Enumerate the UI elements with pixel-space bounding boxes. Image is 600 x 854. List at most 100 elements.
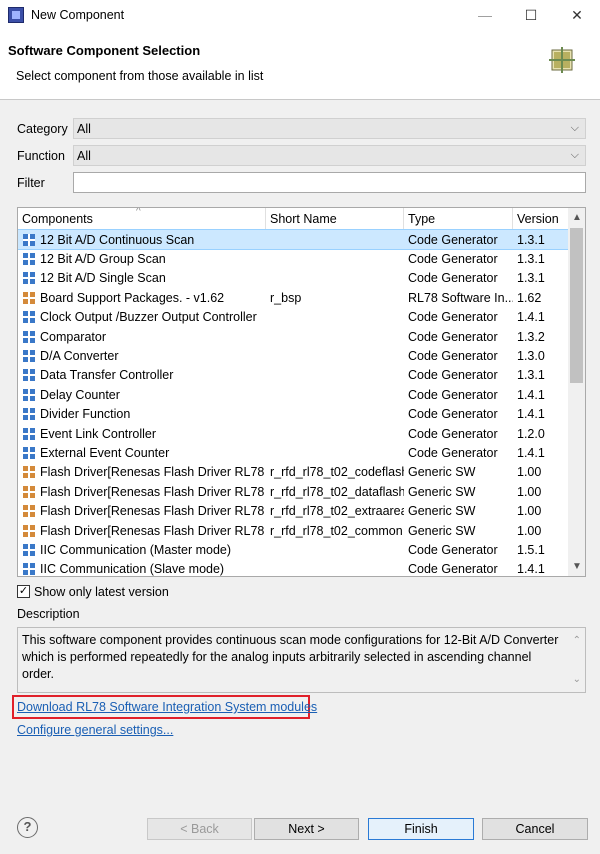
version-cell: 1.3.1 <box>517 252 545 267</box>
help-icon[interactable]: ? <box>17 817 38 838</box>
app-icon <box>8 7 24 23</box>
software-module-icon <box>23 466 35 479</box>
version-cell: 1.3.1 <box>517 368 545 383</box>
table-row[interactable]: 12 Bit A/D Group Scan Code Generator 1.3.1 <box>18 249 568 268</box>
scroll-down-icon[interactable]: ▼ <box>572 561 582 572</box>
short-name-cell: r_rfd_rl78_t02_dataflash <box>270 484 404 499</box>
column-header-components[interactable]: ^ Components <box>18 208 266 230</box>
component-name-cell: Flash Driver[Renesas Flash Driver RL78 T… <box>18 524 266 538</box>
scroll-up-icon[interactable]: ▲ <box>572 212 582 223</box>
component-name-cell: Delay Counter <box>18 388 266 402</box>
show-latest-label[interactable]: Show only latest version <box>34 585 169 599</box>
component-name-cell: Board Support Packages. - v1.62 <box>18 291 266 305</box>
column-header-version[interactable]: Version <box>513 208 568 230</box>
code-generator-icon <box>23 272 35 285</box>
short-name-cell: r_rfd_rl78_t02_common <box>270 523 403 538</box>
table-row[interactable]: D/A Converter Code Generator 1.3.0 <box>18 346 568 365</box>
code-generator-icon <box>23 330 35 343</box>
cancel-button[interactable]: Cancel <box>482 818 588 840</box>
table-row[interactable]: External Event Counter Code Generator 1.4.… <box>18 443 568 462</box>
type-cell: Code Generator <box>408 562 498 577</box>
configure-settings-link[interactable]: Configure general settings... <box>17 723 173 737</box>
download-modules-link[interactable]: Download RL78 Software Integration Syste… <box>17 700 317 714</box>
software-module-icon <box>23 505 35 518</box>
function-value: All <box>77 148 91 163</box>
scrollbar-thumb[interactable] <box>570 228 583 383</box>
minimize-button[interactable]: — <box>462 0 508 30</box>
version-cell: 1.4.1 <box>517 445 545 460</box>
component-name-cell: External Event Counter <box>18 446 266 460</box>
description-label: Description <box>17 607 80 621</box>
category-value: All <box>77 121 91 136</box>
version-cell: 1.2.0 <box>517 426 545 441</box>
table-row[interactable]: IIC Communication (Slave mode) Code Gener… <box>18 560 568 577</box>
component-name-cell: Flash Driver[Renesas Flash Driver RL78 T… <box>18 485 266 499</box>
page-subtitle: Select component from those available in… <box>16 69 264 83</box>
components-table[interactable]: ^ Components Short Name Type Version 12 … <box>17 207 586 577</box>
table-row[interactable]: 12 Bit A/D Continuous Scan Code Generator… <box>18 228 569 251</box>
component-name-cell: Flash Driver[Renesas Flash Driver RL78 T… <box>18 504 266 518</box>
table-body: 12 Bit A/D Continuous Scan Code Generator… <box>18 228 569 577</box>
show-latest-checkbox[interactable]: ✓ <box>17 585 30 598</box>
finish-button[interactable]: Finish <box>368 818 474 840</box>
filter-input[interactable] <box>73 172 586 193</box>
type-cell: Code Generator <box>408 387 498 402</box>
component-name-cell: Comparator <box>18 330 266 344</box>
version-cell: 1.00 <box>517 484 542 499</box>
table-row[interactable]: Divider Function Code Generator 1.4.1 <box>18 405 568 424</box>
next-button[interactable]: Next > <box>254 818 359 840</box>
page-title: Software Component Selection <box>8 43 201 58</box>
title-bar: New Component — ☐ ✕ <box>0 0 600 30</box>
version-cell: 1.00 <box>517 465 542 480</box>
table-row[interactable]: Flash Driver[Renesas Flash Driver RL78 T… <box>18 463 568 482</box>
type-cell: Code Generator <box>408 407 498 422</box>
category-select[interactable]: All ⌵ <box>73 118 586 139</box>
scroll-up-icon[interactable]: ⌃ <box>573 632 581 649</box>
table-row[interactable]: Delay Counter Code Generator 1.4.1 <box>18 385 568 404</box>
version-cell: 1.00 <box>517 523 542 538</box>
code-generator-icon <box>23 369 35 382</box>
code-generator-icon <box>23 350 35 363</box>
maximize-button[interactable]: ☐ <box>508 0 554 30</box>
table-row[interactable]: IIC Communication (Master mode) Code Gene… <box>18 540 568 559</box>
chevron-down-icon: ⌵ <box>570 149 579 161</box>
type-cell: Generic SW <box>408 465 476 480</box>
table-row[interactable]: Flash Driver[Renesas Flash Driver RL78 T… <box>18 482 568 501</box>
chevron-down-icon: ⌵ <box>570 122 579 134</box>
column-header-type[interactable]: Type <box>404 208 513 230</box>
back-button[interactable]: < Back <box>147 818 252 840</box>
short-name-cell: r_rfd_rl78_t02_codeflash <box>270 465 404 480</box>
category-label: Category <box>17 122 68 136</box>
code-generator-icon <box>23 543 35 556</box>
window-title: New Component <box>31 8 125 22</box>
component-name-cell: Event Link Controller <box>18 427 266 441</box>
table-row[interactable]: Data Transfer Controller Code Generator 1.… <box>18 366 568 385</box>
table-row[interactable]: Flash Driver[Renesas Flash Driver RL78 T… <box>18 521 568 540</box>
type-cell: Code Generator <box>408 310 498 325</box>
table-row[interactable]: Clock Output /Buzzer Output Controller Co… <box>18 308 568 327</box>
close-button[interactable]: ✕ <box>554 0 600 30</box>
type-cell: Code Generator <box>408 252 498 267</box>
scroll-down-icon[interactable]: ⌄ <box>573 671 581 688</box>
table-row[interactable]: Event Link Controller Code Generator 1.2.0 <box>18 424 568 443</box>
component-name-cell: Data Transfer Controller <box>18 368 266 382</box>
component-name-cell: Flash Driver[Renesas Flash Driver RL78 T… <box>18 465 266 479</box>
version-cell: 1.3.1 <box>517 232 545 247</box>
table-row[interactable]: Board Support Packages. - v1.62 r_bsp RL78… <box>18 288 568 307</box>
component-name-cell: 12 Bit A/D Single Scan <box>18 271 266 285</box>
vertical-scrollbar[interactable]: ▲ ▼ <box>568 208 585 576</box>
table-row[interactable]: 12 Bit A/D Single Scan Code Generator 1.3.… <box>18 269 568 288</box>
version-cell: 1.3.2 <box>517 329 545 344</box>
code-generator-icon <box>23 427 35 440</box>
code-generator-icon <box>23 388 35 401</box>
component-name-cell: 12 Bit A/D Continuous Scan <box>18 233 266 247</box>
version-cell: 1.4.1 <box>517 387 545 402</box>
table-row[interactable]: Flash Driver[Renesas Flash Driver RL78 T… <box>18 501 568 520</box>
table-header: ^ Components Short Name Type Version <box>18 208 568 230</box>
function-select[interactable]: All ⌵ <box>73 145 586 166</box>
column-header-short-name[interactable]: Short Name <box>266 208 404 230</box>
description-box: This software component provides continu… <box>17 627 586 693</box>
type-cell: Code Generator <box>408 271 498 286</box>
table-row[interactable]: Comparator Code Generator 1.3.2 <box>18 327 568 346</box>
type-cell: Code Generator <box>408 445 498 460</box>
